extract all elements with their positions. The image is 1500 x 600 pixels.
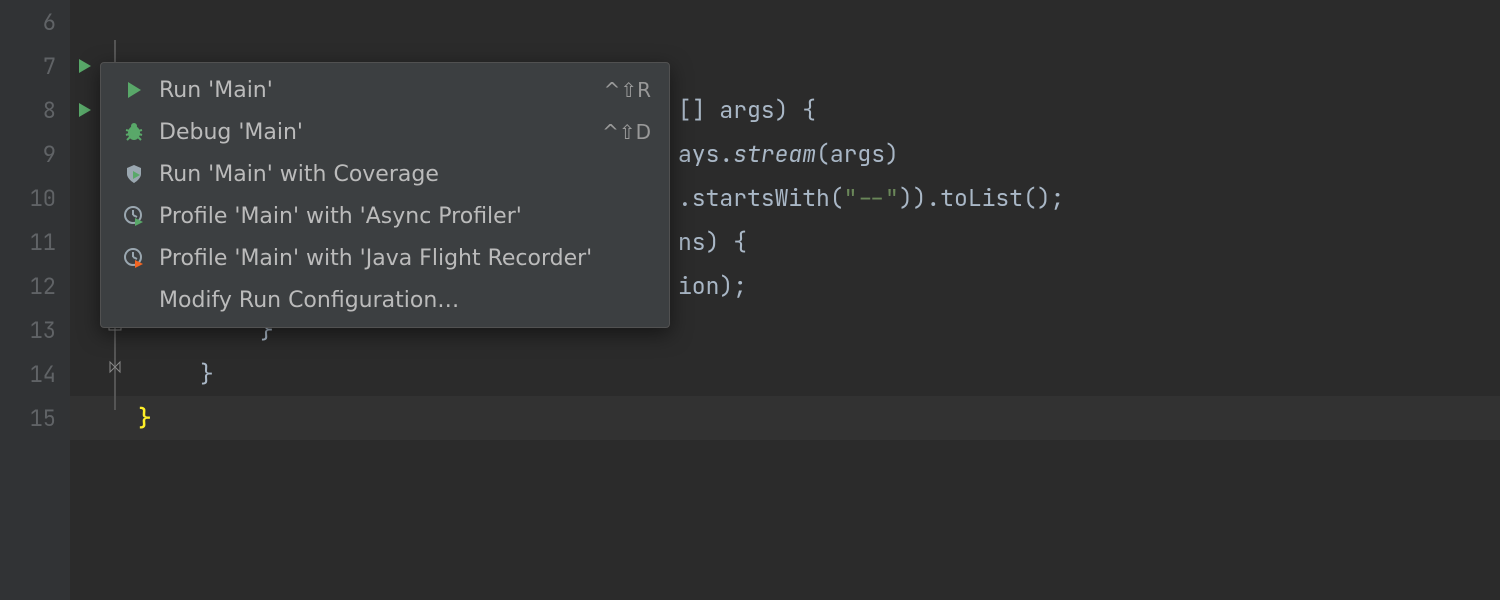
line-number-gutter: 6 7 8 9 10 11 12 13 14 15 <box>0 0 70 600</box>
play-icon <box>119 77 149 103</box>
code-line: } <box>138 396 152 440</box>
menu-item-label: Run 'Main' <box>159 78 604 103</box>
menu-item-coverage[interactable]: Run 'Main' with Coverage <box>101 153 669 195</box>
shield-play-icon <box>119 161 149 187</box>
menu-item-shortcut: ^⇧R <box>604 78 651 102</box>
line-number: 8 <box>0 88 70 132</box>
line-number: 10 <box>0 176 70 220</box>
code-line: ns) { <box>678 220 747 264</box>
code-line: .startsWith("--")).toList(); <box>678 176 1064 220</box>
menu-item-profile-async[interactable]: Profile 'Main' with 'Async Profiler' <box>101 195 669 237</box>
menu-item-label: Profile 'Main' with 'Async Profiler' <box>159 204 651 229</box>
gutter-run-icon[interactable] <box>72 53 98 79</box>
clock-record-icon <box>119 245 149 271</box>
gutter-run-icon[interactable] <box>72 97 98 123</box>
line-number: 9 <box>0 132 70 176</box>
clock-play-icon <box>119 203 149 229</box>
code-line: ion); <box>678 264 747 308</box>
menu-item-shortcut: ^⇧D <box>602 120 651 144</box>
line-number: 6 <box>0 0 70 44</box>
line-number: 11 <box>0 220 70 264</box>
blank-icon <box>119 287 149 313</box>
line-number: 14 <box>0 352 70 396</box>
menu-item-debug[interactable]: Debug 'Main' ^⇧D <box>101 111 669 153</box>
code-line: } <box>200 352 214 396</box>
line-number: 15 <box>0 396 70 440</box>
gutter-context-menu: Run 'Main' ^⇧R Debug 'Main' ^⇧D Ru <box>100 62 670 328</box>
line-number: 7 <box>0 44 70 88</box>
menu-item-label: Modify Run Configuration… <box>159 288 651 313</box>
line-number: 13 <box>0 308 70 352</box>
menu-item-profile-jfr[interactable]: Profile 'Main' with 'Java Flight Recorde… <box>101 237 669 279</box>
fold-end-icon[interactable] <box>108 360 122 374</box>
menu-item-label: Debug 'Main' <box>159 120 602 145</box>
menu-item-run[interactable]: Run 'Main' ^⇧R <box>101 69 669 111</box>
code-line: [] args) { <box>678 88 816 132</box>
menu-item-modify-config[interactable]: Modify Run Configuration… <box>101 279 669 321</box>
code-line: ays.stream(args) <box>678 132 899 176</box>
menu-item-label: Run 'Main' with Coverage <box>159 162 651 187</box>
line-number: 12 <box>0 264 70 308</box>
menu-item-label: Profile 'Main' with 'Java Flight Recorde… <box>159 246 651 271</box>
bug-icon <box>119 119 149 145</box>
